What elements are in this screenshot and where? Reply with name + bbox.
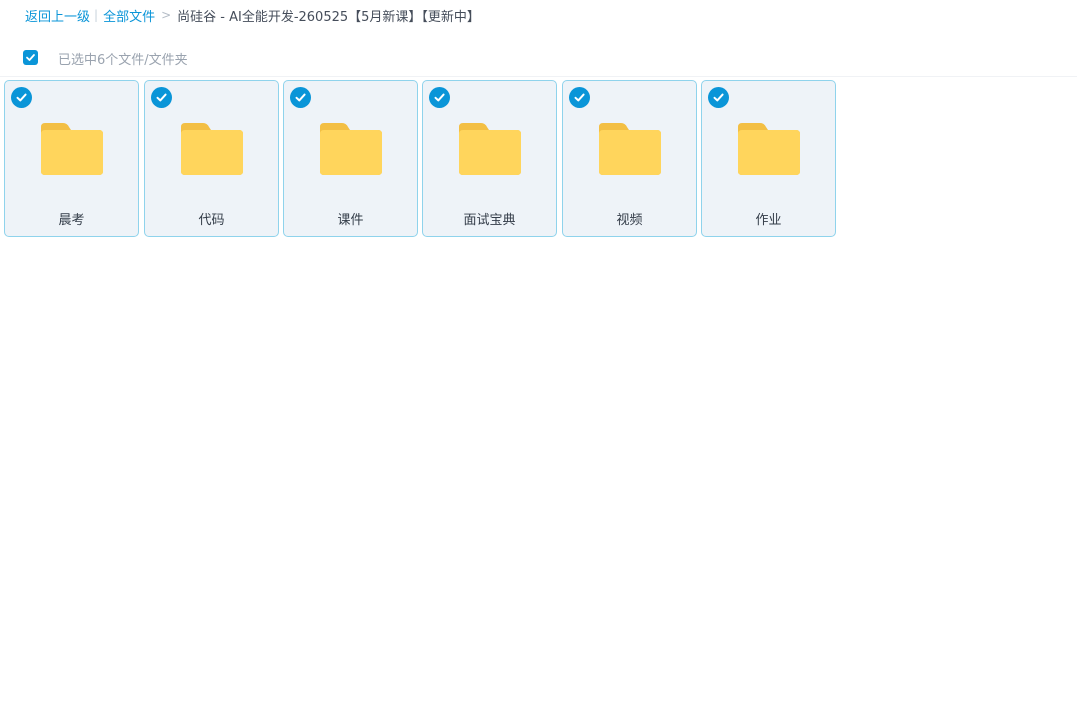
check-icon <box>26 54 35 61</box>
folder-tile[interactable]: 代码 <box>144 80 279 237</box>
check-icon <box>16 93 27 102</box>
tile-checkbox[interactable] <box>290 87 311 108</box>
folder-name: 面试宝典 <box>463 213 516 228</box>
folder-tile[interactable]: 视频 <box>562 80 697 237</box>
select-all-checkbox[interactable] <box>23 50 38 65</box>
folder-icon <box>41 123 103 175</box>
all-files-link[interactable]: 全部文件 <box>103 6 155 25</box>
check-icon <box>713 93 724 102</box>
check-icon <box>574 93 585 102</box>
folder-icon <box>599 123 661 175</box>
folder-name: 作业 <box>755 213 782 228</box>
breadcrumb: 返回上一级 | 全部文件 > 尚硅谷 - AI全能开发-260525【5月新课】… <box>25 6 480 25</box>
selection-bar: 已选中6个文件/文件夹 <box>0 36 1077 77</box>
tile-checkbox[interactable] <box>708 87 729 108</box>
tile-checkbox[interactable] <box>11 87 32 108</box>
selection-status: 已选中6个文件/文件夹 <box>58 53 188 68</box>
tile-checkbox[interactable] <box>429 87 450 108</box>
folder-name: 课件 <box>337 213 364 228</box>
folder-name: 代码 <box>198 213 225 228</box>
folder-icon <box>181 123 243 175</box>
folder-icon <box>738 123 800 175</box>
file-grid: 晨考 代码 课件 面试宝典 视频 作业 <box>4 80 1074 240</box>
breadcrumb-arrow: > <box>161 8 172 22</box>
check-icon <box>295 93 306 102</box>
folder-tile[interactable]: 课件 <box>283 80 418 237</box>
folder-tile[interactable]: 作业 <box>701 80 836 237</box>
folder-icon <box>459 123 521 175</box>
folder-tile[interactable]: 面试宝典 <box>422 80 557 237</box>
folder-name: 视频 <box>616 213 643 228</box>
tile-checkbox[interactable] <box>151 87 172 108</box>
folder-icon <box>320 123 382 175</box>
current-folder-name: 尚硅谷 - AI全能开发-260525【5月新课】【更新中】 <box>177 9 480 25</box>
check-icon <box>434 93 445 102</box>
folder-name: 晨考 <box>58 213 85 228</box>
back-link[interactable]: 返回上一级 <box>25 6 90 25</box>
check-icon <box>156 93 167 102</box>
folder-tile[interactable]: 晨考 <box>4 80 139 237</box>
tile-checkbox[interactable] <box>569 87 590 108</box>
breadcrumb-divider: | <box>94 8 99 22</box>
